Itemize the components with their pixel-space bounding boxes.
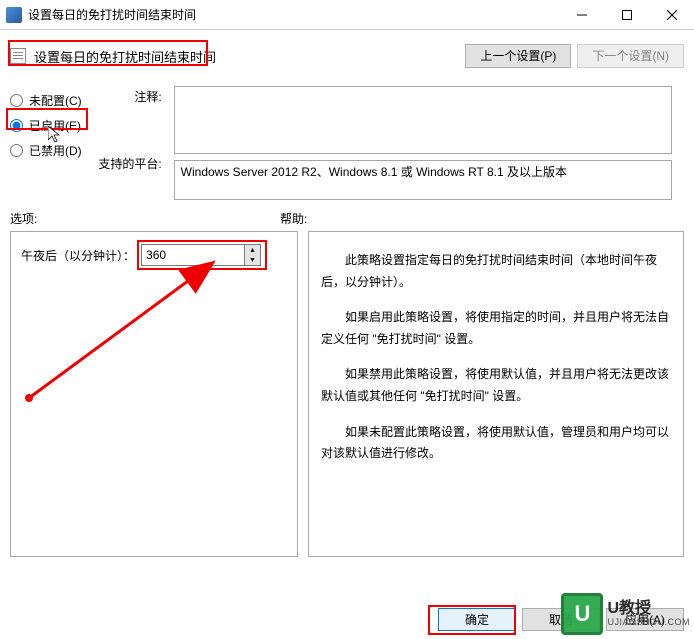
- radio-not-configured-input[interactable]: [10, 94, 23, 107]
- main-area: 午夜后（以分钟计）： ▲ ▼ 此策略设置指定每日的免打扰时间结束时间（本地时间午…: [0, 231, 694, 567]
- radio-not-configured[interactable]: 未配置(C): [10, 92, 82, 109]
- watermark-brand: U教授: [607, 600, 690, 618]
- radio-label: 未配置(C): [29, 92, 82, 109]
- policy-title: 设置每日的免打扰时间结束时间: [34, 47, 216, 66]
- close-button[interactable]: [649, 0, 694, 30]
- help-paragraph: 如果未配置此策略设置，将使用默认值，管理员和用户均可以对该默认值进行修改。: [321, 422, 671, 465]
- radio-enabled-input[interactable]: [10, 119, 23, 132]
- config-area: 未配置(C) 已启用(E) 已禁用(D) 注释: 支持的平台: Windows …: [0, 78, 694, 208]
- spinner-down-icon[interactable]: ▼: [245, 255, 260, 265]
- radio-disabled[interactable]: 已禁用(D): [10, 142, 82, 159]
- platform-text: Windows Server 2012 R2、Windows 8.1 或 Win…: [181, 165, 567, 179]
- radio-label: 已启用(E): [29, 117, 81, 134]
- window-controls: [559, 0, 694, 30]
- supported-platforms-box: Windows Server 2012 R2、Windows 8.1 或 Win…: [174, 160, 672, 200]
- maximize-button[interactable]: [604, 0, 649, 30]
- title-bar: 设置每日的免打扰时间结束时间: [0, 0, 694, 30]
- help-label: 帮助:: [280, 210, 307, 227]
- radio-disabled-input[interactable]: [10, 144, 23, 157]
- next-setting-button: 下一个设置(N): [577, 44, 684, 68]
- previous-setting-button[interactable]: 上一个设置(P): [465, 44, 571, 68]
- platform-label: 支持的平台:: [94, 155, 162, 172]
- minimize-button[interactable]: [559, 0, 604, 30]
- help-panel: 此策略设置指定每日的免打扰时间结束时间（本地时间午夜后，以分钟计）。 如果启用此…: [308, 231, 684, 557]
- watermark-logo-icon: U: [561, 593, 603, 635]
- app-icon: [6, 7, 22, 23]
- help-paragraph: 如果禁用此策略设置，将使用默认值，并且用户将无法更改该默认值或其他任何 "免打扰…: [321, 364, 671, 407]
- options-label: 选项:: [10, 210, 280, 227]
- ok-button[interactable]: 确定: [438, 608, 516, 631]
- header-row: 设置每日的免打扰时间结束时间 上一个设置(P) 下一个设置(N): [0, 30, 694, 78]
- window-title: 设置每日的免打扰时间结束时间: [28, 6, 559, 23]
- watermark-url: UJIAOSHOU.COM: [607, 618, 690, 628]
- help-paragraph: 此策略设置指定每日的免打扰时间结束时间（本地时间午夜后，以分钟计）。: [321, 250, 671, 293]
- comment-textarea[interactable]: [174, 86, 672, 154]
- watermark: U U教授 UJIAOSHOU.COM: [561, 593, 690, 635]
- help-paragraph: 如果启用此策略设置，将使用指定的时间，并且用户将无法自定义任何 "免打扰时间" …: [321, 307, 671, 350]
- state-radio-group: 未配置(C) 已启用(E) 已禁用(D): [10, 86, 82, 159]
- radio-label: 已禁用(D): [29, 142, 82, 159]
- minutes-label: 午夜后（以分钟计）：: [21, 247, 135, 264]
- field-labels: 注释: 支持的平台:: [94, 86, 162, 172]
- spinner-up-icon[interactable]: ▲: [245, 245, 260, 255]
- section-labels: 选项: 帮助:: [0, 208, 694, 231]
- comment-label: 注释:: [94, 88, 162, 105]
- policy-icon: [10, 48, 26, 64]
- spinner-buttons[interactable]: ▲ ▼: [245, 244, 261, 266]
- annotation-arrow-icon: [21, 256, 251, 406]
- options-panel: 午夜后（以分钟计）： ▲ ▼: [10, 231, 298, 557]
- minutes-input[interactable]: [141, 244, 245, 266]
- radio-enabled[interactable]: 已启用(E): [10, 117, 82, 134]
- minutes-option-row: 午夜后（以分钟计）： ▲ ▼: [21, 244, 287, 266]
